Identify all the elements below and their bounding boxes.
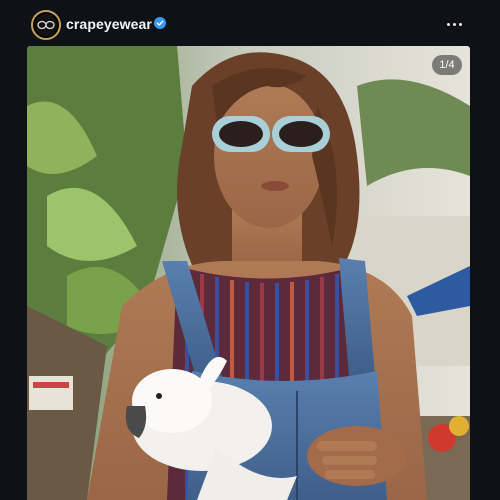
brand-logo-avatar-icon [35, 14, 57, 36]
more-options-icon[interactable] [444, 14, 464, 34]
verified-badge-icon [154, 17, 166, 29]
post-header: crapeyewear [0, 0, 500, 46]
carousel-counter: 1/4 [432, 55, 462, 75]
username-link[interactable]: crapeyewear [66, 16, 152, 32]
post-photo[interactable] [27, 46, 470, 500]
profile-avatar[interactable] [31, 10, 61, 40]
